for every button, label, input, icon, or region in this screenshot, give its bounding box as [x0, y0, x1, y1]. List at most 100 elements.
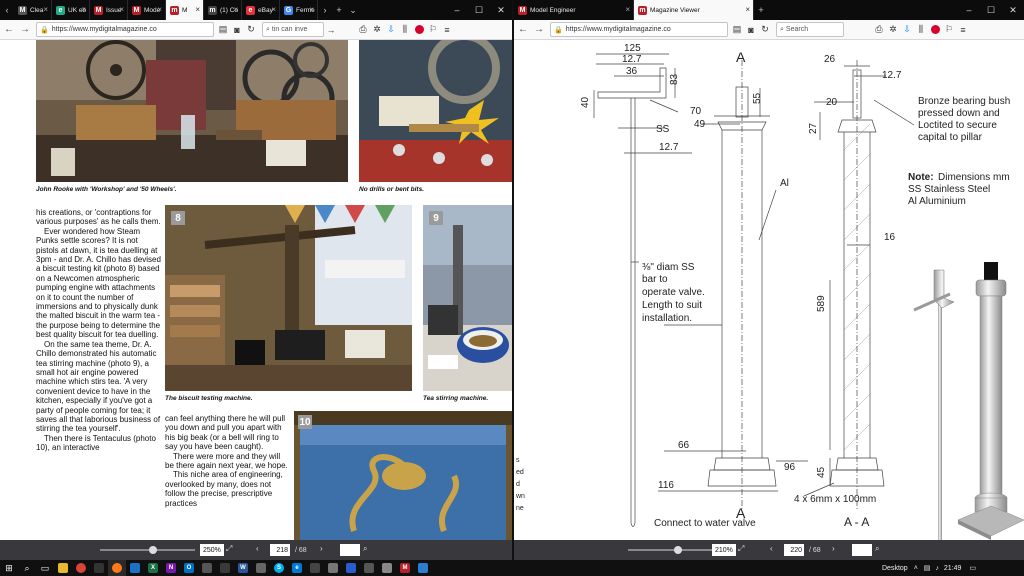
close-icon[interactable]: ×	[233, 5, 238, 14]
tab-1[interactable]: e UK eb ×	[52, 0, 90, 20]
chrome-icon[interactable]	[72, 560, 90, 576]
tab-model-engineer[interactable]: M Model Engineer ×	[514, 0, 634, 20]
tray-chevron-icon[interactable]: ˄	[914, 565, 918, 572]
excel-icon[interactable]: X	[144, 560, 162, 576]
media-player-icon[interactable]	[90, 560, 108, 576]
tab-magazine-viewer-active[interactable]: m Magazine Viewer ×	[634, 0, 754, 20]
tab-6[interactable]: e eBay ×	[242, 0, 280, 20]
reload-icon[interactable]: ↻	[758, 22, 772, 38]
pocket-icon[interactable]: ◙	[230, 22, 244, 38]
menu-icon[interactable]: ≡	[440, 22, 454, 38]
close-icon[interactable]: ×	[309, 5, 314, 14]
magazine-app-icon[interactable]: M	[396, 560, 414, 576]
tab-2[interactable]: M Issue ×	[90, 0, 128, 20]
clock[interactable]: 21:49	[944, 565, 962, 572]
url-bar[interactable]: 🔒 https://www.mydigitalmagazine.co	[36, 22, 214, 37]
close-window-icon[interactable]: ✕	[1002, 0, 1024, 20]
page-number-field[interactable]: 220	[784, 544, 804, 556]
close-icon[interactable]: ×	[271, 5, 276, 14]
print-icon[interactable]: ⎙	[356, 22, 370, 38]
minimize-icon[interactable]: –	[446, 0, 468, 20]
new-tab-icon[interactable]: +	[754, 0, 768, 20]
app-icon[interactable]	[342, 560, 360, 576]
close-icon[interactable]: ×	[119, 5, 124, 14]
app-icon[interactable]	[252, 560, 270, 576]
close-icon[interactable]: ×	[43, 5, 48, 14]
tab-scroll-left-icon[interactable]: ‹	[0, 0, 14, 20]
tab-4-active[interactable]: m M ×	[166, 0, 204, 20]
page-next-icon[interactable]: ›	[832, 544, 835, 553]
fullscreen-icon[interactable]: ⤢	[738, 544, 744, 554]
desktop-toolbar-label[interactable]: Desktop	[882, 565, 908, 572]
tab-0[interactable]: M Clea ×	[14, 0, 52, 20]
new-tab-icon[interactable]: +	[332, 0, 346, 20]
pdf-search-field[interactable]	[340, 544, 360, 556]
tab-7[interactable]: G Ferme ×	[280, 0, 318, 20]
firefox-icon[interactable]	[108, 560, 126, 576]
pocket-icon[interactable]: ◙	[744, 22, 758, 38]
close-icon[interactable]: ×	[81, 5, 86, 14]
maximize-icon[interactable]: ☐	[980, 0, 1002, 20]
zoom-slider-handle[interactable]	[149, 546, 157, 554]
tab-3[interactable]: M Mode ×	[128, 0, 166, 20]
outlook-icon[interactable]: O	[180, 560, 198, 576]
onenote-icon[interactable]: N	[162, 560, 180, 576]
task-view-icon[interactable]: ▭	[36, 560, 54, 576]
pdf-search-icon[interactable]: ⌕	[363, 544, 367, 554]
search-field[interactable]: ⌕ tin can inve	[262, 22, 324, 37]
forward-icon[interactable]: →	[18, 22, 32, 38]
edge-icon[interactable]: e	[288, 560, 306, 576]
settings-gear-icon[interactable]: ✲	[370, 22, 384, 38]
tab-list-icon[interactable]: ⌄	[346, 0, 360, 20]
word-icon[interactable]: W	[234, 560, 252, 576]
search-go-icon[interactable]: →	[324, 22, 338, 38]
search-field[interactable]: ⌕ Search	[776, 22, 844, 37]
file-explorer-icon[interactable]	[54, 560, 72, 576]
zoom-slider-handle[interactable]	[674, 546, 682, 554]
app-icon[interactable]	[378, 560, 396, 576]
notifications-icon[interactable]: ▭	[969, 564, 976, 572]
page-next-icon[interactable]: ›	[320, 544, 323, 553]
library-icon[interactable]: ⫼	[398, 22, 412, 38]
start-windows-icon[interactable]: ⊞	[0, 560, 18, 576]
fullscreen-icon[interactable]: ⤢	[226, 544, 232, 554]
extension-icon[interactable]: ⚐	[426, 22, 440, 38]
zoom-level-field[interactable]: 250%	[200, 544, 224, 556]
back-icon[interactable]: ←	[516, 22, 530, 38]
forward-icon[interactable]: →	[532, 22, 546, 38]
url-bar[interactable]: 🔒 https://www.mydigitalmagazine.co	[550, 22, 728, 37]
adblock-icon[interactable]	[928, 22, 942, 38]
settings-gear-icon[interactable]: ✲	[886, 22, 900, 38]
app-icon[interactable]	[324, 560, 342, 576]
back-icon[interactable]: ←	[2, 22, 16, 38]
pdf-search-field[interactable]	[852, 544, 872, 556]
close-icon[interactable]: ×	[625, 5, 630, 14]
extension-icon[interactable]: ⚐	[942, 22, 956, 38]
zoom-slider[interactable]	[100, 549, 195, 551]
close-window-icon[interactable]: ✕	[490, 0, 512, 20]
download-icon[interactable]: ⇩	[900, 22, 914, 38]
app-icon[interactable]	[216, 560, 234, 576]
app-icon[interactable]	[414, 560, 432, 576]
zoom-level-field[interactable]: 210%	[712, 544, 736, 556]
close-icon[interactable]: ×	[157, 5, 162, 14]
download-icon[interactable]: ⇩	[384, 22, 398, 38]
minimize-icon[interactable]: –	[958, 0, 980, 20]
reader-view-icon[interactable]: ▤	[730, 22, 744, 38]
skype-icon[interactable]: S	[270, 560, 288, 576]
close-icon[interactable]: ×	[745, 5, 750, 14]
reader-view-icon[interactable]: ▤	[216, 22, 230, 38]
tab-scroll-right-icon[interactable]: ›	[318, 0, 332, 20]
app-icon[interactable]	[198, 560, 216, 576]
volume-icon[interactable]: ♪	[935, 565, 939, 572]
page-prev-icon[interactable]: ‹	[770, 544, 773, 553]
page-prev-icon[interactable]: ‹	[256, 544, 259, 553]
network-icon[interactable]: ▤	[924, 564, 931, 572]
print-icon[interactable]: ⎙	[872, 22, 886, 38]
menu-icon[interactable]: ≡	[956, 22, 970, 38]
library-icon[interactable]: ⫼	[914, 22, 928, 38]
adblock-icon[interactable]	[412, 22, 426, 38]
search-icon[interactable]: ⌕	[18, 560, 36, 576]
tab-5[interactable]: m (1) Co ×	[204, 0, 242, 20]
calculator-icon[interactable]	[306, 560, 324, 576]
